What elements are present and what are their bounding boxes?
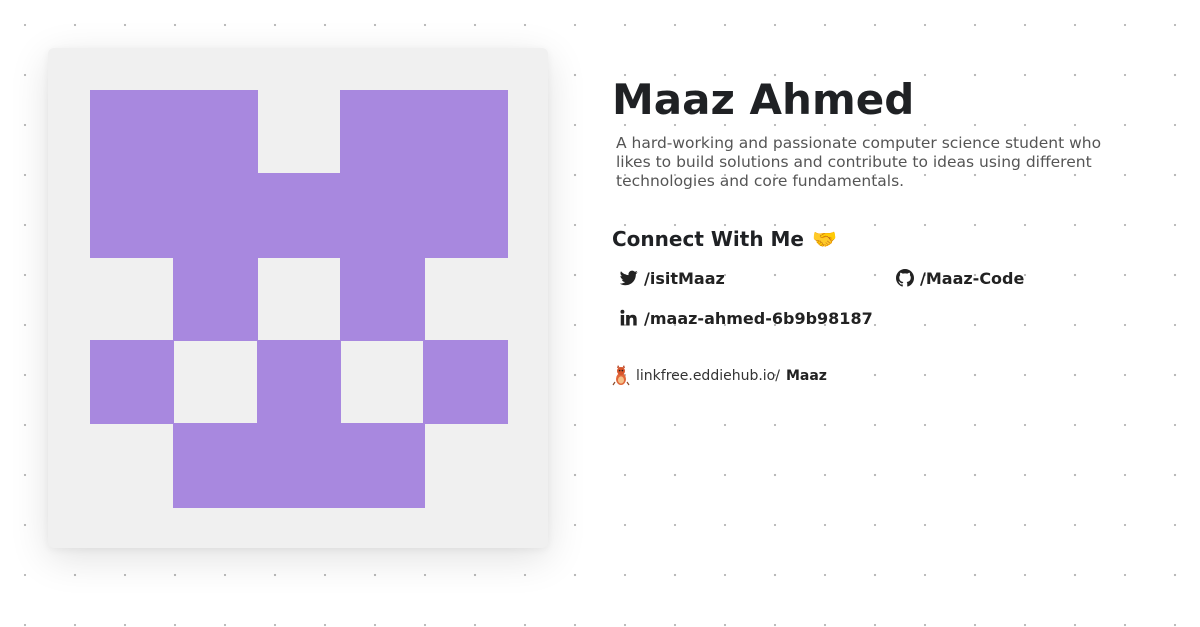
handshake-icon: 🤝 [811, 227, 837, 251]
github-link-label: /Maaz-Code [920, 268, 1025, 288]
profile-name: Maaz Ahmed [612, 75, 915, 124]
twitter-link[interactable]: /isitMaaz [620, 267, 896, 289]
twitter-icon [620, 270, 638, 286]
linkfree-logo-icon [612, 365, 630, 386]
github-link[interactable]: /Maaz-Code [896, 267, 1136, 289]
connect-heading: Connect With Me 🤝 [612, 227, 1152, 251]
linkfree-username: Maaz [785, 368, 827, 384]
linkedin-link[interactable]: /maaz-ahmed-6b9b98187 [620, 307, 896, 329]
connect-heading-text: Connect With Me [612, 227, 804, 251]
linkfree-domain: linkfree.eddiehub.io/ [636, 368, 780, 384]
github-icon [896, 269, 914, 287]
social-links: /isitMaaz /Maaz-Code /maaz-ahmed-6b9b981… [620, 267, 1152, 329]
linkfree-credit[interactable]: linkfree.eddiehub.io/ Maaz [612, 365, 1152, 387]
profile-bio: A hard-working and passionate computer s… [616, 134, 1102, 190]
profile-content: Maaz Ahmed A hard-working and passionate… [612, 76, 1152, 387]
twitter-link-label: /isitMaaz [644, 268, 725, 288]
linkedin-link-label: /maaz-ahmed-6b9b98187 [644, 308, 873, 328]
avatar [48, 48, 548, 548]
linkedin-icon [620, 309, 637, 326]
identicon-avatar-graphic [90, 90, 508, 508]
